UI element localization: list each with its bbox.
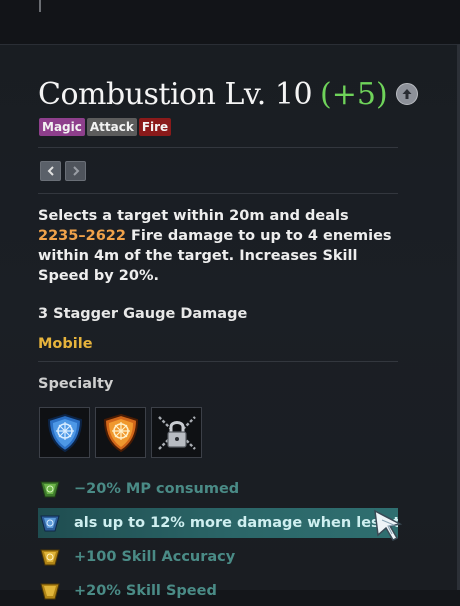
divider — [38, 193, 398, 194]
prev-button[interactable] — [40, 161, 61, 181]
tripod-option-hovered[interactable]: als up to 12% more damage when less ta — [38, 508, 398, 538]
tripod-option[interactable]: +100 Skill Accuracy — [38, 542, 398, 572]
gold-gem-icon — [40, 549, 60, 566]
tag-fire: Fire — [138, 118, 172, 136]
next-button[interactable] — [65, 161, 86, 181]
orange-shield-rune-icon — [103, 413, 138, 452]
skill-title-row: Combustion Lv. 10 (+5) — [38, 74, 418, 114]
cursor-icon — [374, 509, 403, 541]
skill-tags: Magic Attack Fire — [39, 118, 172, 136]
tag-attack: Attack — [86, 118, 137, 136]
tripod-option[interactable]: +20% Skill Speed — [38, 576, 398, 606]
tripod-slot-2[interactable] — [95, 407, 146, 458]
page-nav — [40, 161, 86, 181]
divider — [38, 361, 398, 362]
blue-gem-icon — [40, 515, 60, 532]
chained-lock-icon — [157, 415, 196, 450]
damage-range: 2235–2622 — [38, 228, 126, 244]
tag-magic: Magic — [39, 118, 85, 136]
skill-description: Selects a target within 20m and deals 223… — [38, 208, 392, 284]
top-tick — [39, 0, 41, 12]
divider — [38, 147, 398, 148]
mobility-info: Mobile — [38, 336, 93, 352]
tripod-slot-1[interactable] — [39, 407, 90, 458]
skill-level-bonus: (+5) — [320, 76, 388, 112]
arrow-up-circle-icon[interactable] — [395, 83, 418, 105]
specialty-label: Specialty — [38, 376, 114, 392]
tripod-slots — [39, 407, 202, 458]
tripod-option[interactable]: −20% MP consumed — [38, 474, 398, 504]
green-gem-icon — [40, 481, 60, 498]
chevron-right-icon — [72, 166, 79, 176]
blue-shield-rune-icon — [47, 413, 82, 452]
skill-title: Combustion Lv. 10 — [38, 76, 313, 112]
stagger-info: 3 Stagger Gauge Damage — [38, 306, 248, 322]
top-bar — [0, 0, 460, 45]
tripod-slot-3[interactable] — [151, 407, 202, 458]
chevron-left-icon — [47, 166, 54, 176]
gold-gem-icon — [40, 583, 60, 600]
